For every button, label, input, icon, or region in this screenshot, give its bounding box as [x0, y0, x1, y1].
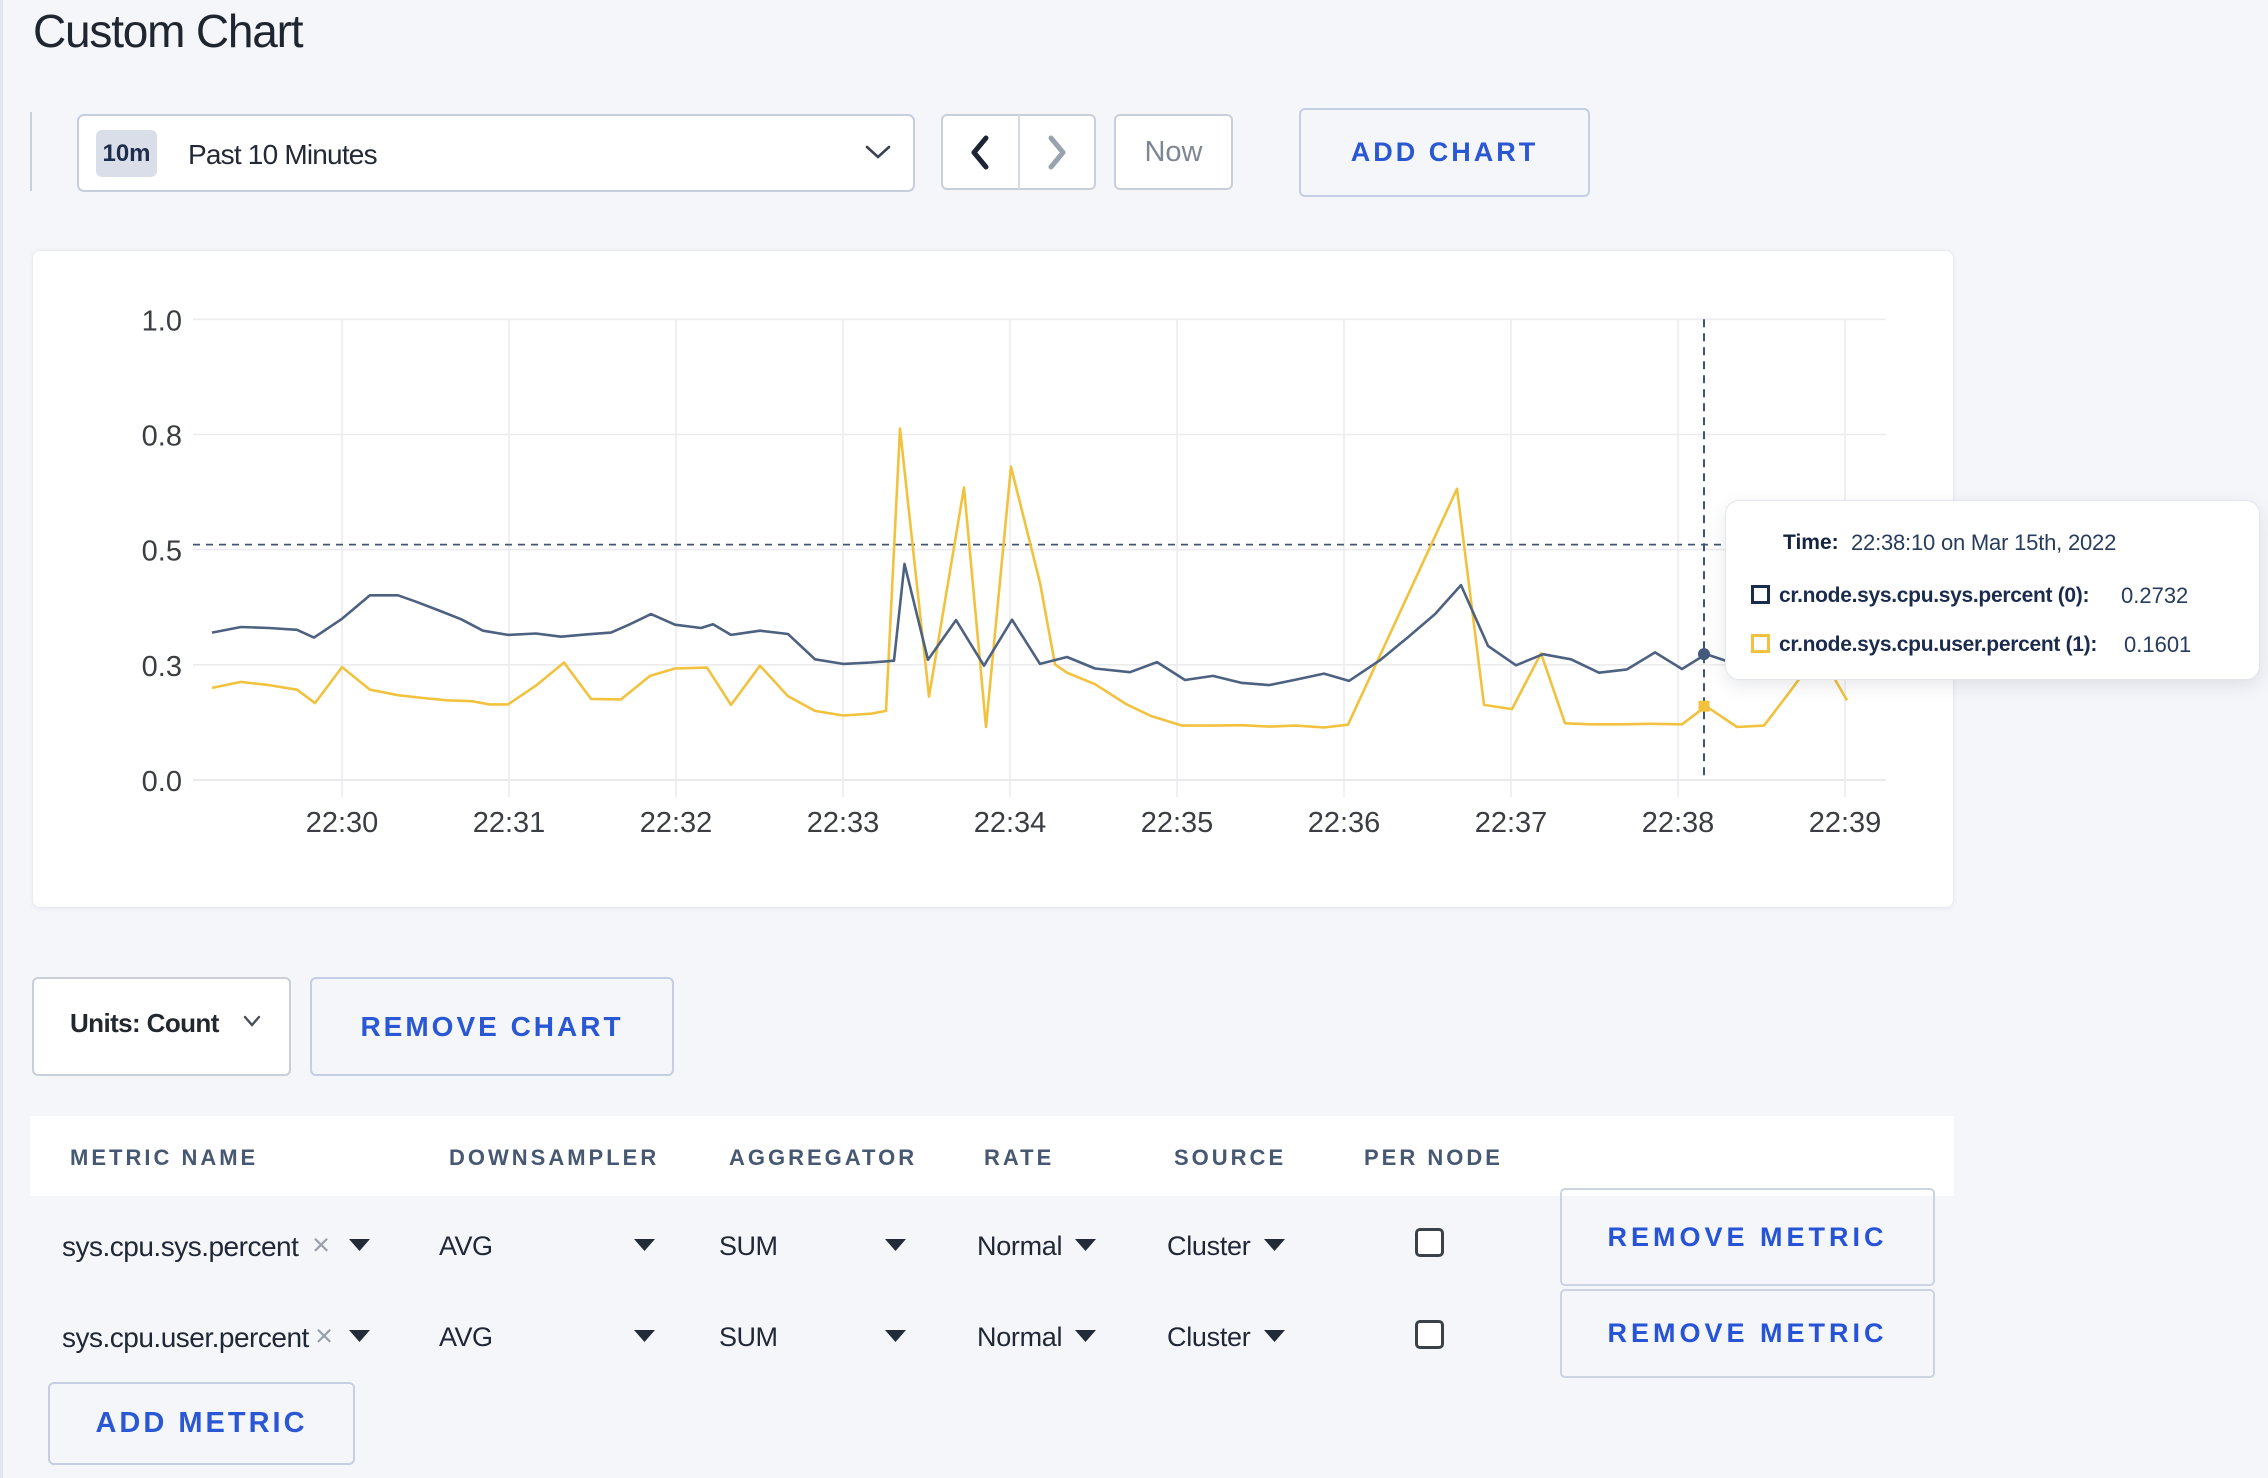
- svg-text:22:34: 22:34: [974, 807, 1047, 839]
- svg-text:22:32: 22:32: [640, 807, 713, 839]
- svg-text:22:38: 22:38: [1642, 807, 1715, 839]
- svg-text:22:37: 22:37: [1475, 807, 1548, 839]
- svg-text:0.8: 0.8: [142, 421, 182, 453]
- svg-text:22:35: 22:35: [1141, 807, 1214, 839]
- svg-text:22:36: 22:36: [1308, 807, 1381, 839]
- svg-text:22:30: 22:30: [306, 807, 379, 839]
- svg-text:0.0: 0.0: [142, 766, 182, 798]
- svg-text:22:31: 22:31: [473, 807, 546, 839]
- svg-text:22:33: 22:33: [807, 807, 880, 839]
- svg-text:0.3: 0.3: [142, 651, 182, 683]
- svg-text:1.0: 1.0: [142, 305, 182, 337]
- svg-text:22:39: 22:39: [1809, 807, 1882, 839]
- svg-text:0.5: 0.5: [142, 536, 182, 568]
